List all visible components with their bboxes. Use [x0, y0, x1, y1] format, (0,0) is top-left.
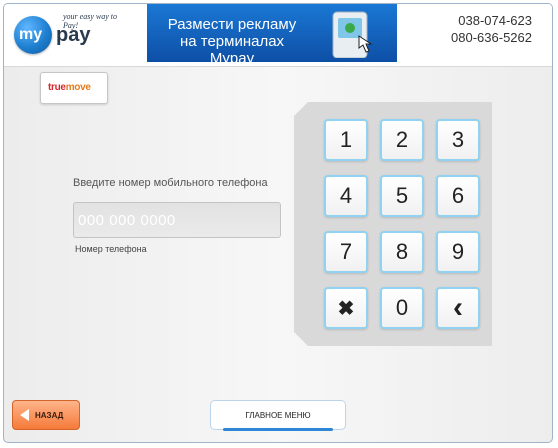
- key-3[interactable]: 3: [436, 119, 480, 161]
- key-6[interactable]: 6: [436, 175, 480, 217]
- main-menu-underline: [223, 428, 333, 431]
- operator-logo-truemove: truemove: [40, 72, 108, 104]
- key-9[interactable]: 9: [436, 231, 480, 273]
- phone-number-1: 038-074-623: [458, 13, 532, 28]
- operator-name-part2: move: [65, 82, 91, 93]
- terminal-illustration-icon: [332, 11, 373, 58]
- logo-my: my: [19, 26, 43, 43]
- clear-key-icon[interactable]: ✖: [324, 287, 368, 329]
- backspace-key-icon[interactable]: ‹: [436, 287, 480, 329]
- logo-slogan: your easy way to Pay!: [63, 12, 117, 30]
- key-0[interactable]: 0: [380, 287, 424, 329]
- key-4[interactable]: 4: [324, 175, 368, 217]
- back-button[interactable]: НАЗАД: [12, 400, 80, 430]
- ad-banner[interactable]: Размести рекламу на терминалах Mypay: [147, 4, 397, 67]
- header: my pay your easy way to Pay! Размести ре…: [4, 4, 552, 67]
- contact-phones: 038-074-623 080-636-5262: [451, 12, 532, 46]
- ad-banner-line1: Размести рекламу: [167, 16, 297, 33]
- key-7[interactable]: 7: [324, 231, 368, 273]
- terminal-screen: my pay your easy way to Pay! Размести ре…: [3, 3, 553, 443]
- back-button-label: НАЗАД: [35, 410, 64, 420]
- operator-name: truemove: [48, 82, 91, 93]
- phone-prompt: Введите номер мобильного телефона: [73, 177, 268, 189]
- key-2[interactable]: 2: [380, 119, 424, 161]
- key-5[interactable]: 5: [380, 175, 424, 217]
- phone-input-label: Номер телефона: [75, 244, 147, 254]
- ad-banner-text: Размести рекламу на терминалах Mypay: [157, 16, 307, 67]
- ad-banner-line2: на терминалах Mypay: [179, 33, 285, 67]
- numeric-keypad: 1 2 3 4 5 6 7 8 9 ✖ 0 ‹: [324, 119, 480, 329]
- phone-number-2: 080-636-5262: [451, 30, 532, 45]
- key-8[interactable]: 8: [380, 231, 424, 273]
- operator-name-part1: true: [48, 82, 66, 93]
- main-menu-label: ГЛАВНОЕ МЕНЮ: [245, 410, 311, 420]
- back-arrow-icon: [20, 409, 29, 421]
- main-menu-button[interactable]: ГЛАВНОЕ МЕНЮ: [210, 400, 346, 431]
- phone-number-input[interactable]: [73, 202, 281, 238]
- key-1[interactable]: 1: [324, 119, 368, 161]
